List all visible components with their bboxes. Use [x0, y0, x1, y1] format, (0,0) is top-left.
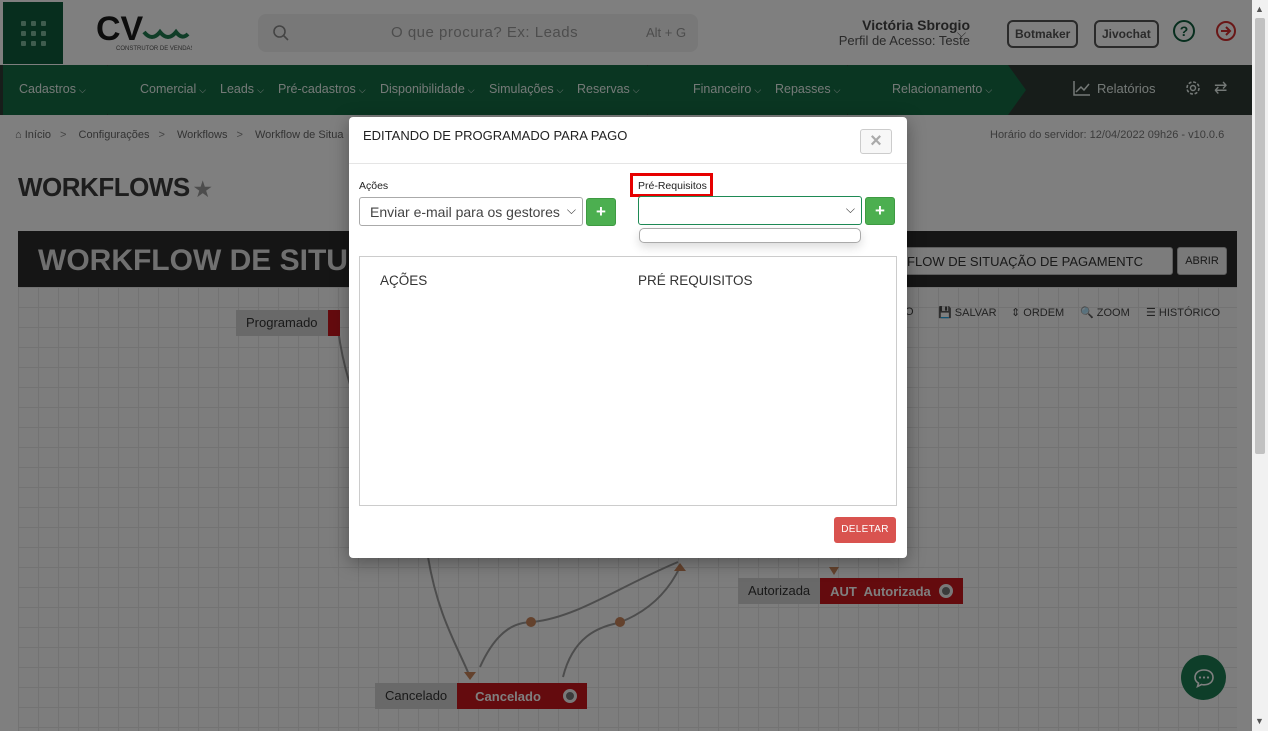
- add-action-button[interactable]: +: [586, 198, 616, 226]
- scroll-up-icon[interactable]: ▲: [1255, 4, 1264, 14]
- actions-select[interactable]: Enviar e-mail para os gestores ⌵: [359, 197, 583, 226]
- transition-details-panel: AÇÕES PRÉ REQUISITOS: [359, 256, 897, 506]
- actions-label: Ações: [359, 180, 389, 192]
- prerequisites-select[interactable]: ⌵: [638, 196, 862, 225]
- prerequisites-label: Pré-Requisitos: [638, 180, 707, 192]
- edit-transition-modal: EDITANDO DE PROGRAMADO PARA PAGO × Ações…: [349, 117, 907, 558]
- scrollbar-thumb[interactable]: [1255, 18, 1265, 454]
- scroll-down-icon[interactable]: ▼: [1255, 716, 1264, 726]
- actions-column-header: AÇÕES: [380, 273, 428, 288]
- prerequisites-column-header: PRÉ REQUISITOS: [638, 273, 753, 288]
- actions-select-value: Enviar e-mail para os gestores: [370, 204, 560, 220]
- modal-title: EDITANDO DE PROGRAMADO PARA PAGO: [363, 128, 628, 143]
- chevron-down-icon: ⌵: [566, 203, 576, 217]
- prerequisites-dropdown-list[interactable]: [639, 228, 861, 243]
- modal-divider: [349, 163, 907, 164]
- close-icon[interactable]: ×: [860, 129, 892, 154]
- chevron-down-icon: ⌵: [845, 202, 855, 216]
- delete-button[interactable]: DELETAR: [834, 517, 896, 543]
- add-prerequisite-button[interactable]: +: [865, 197, 895, 225]
